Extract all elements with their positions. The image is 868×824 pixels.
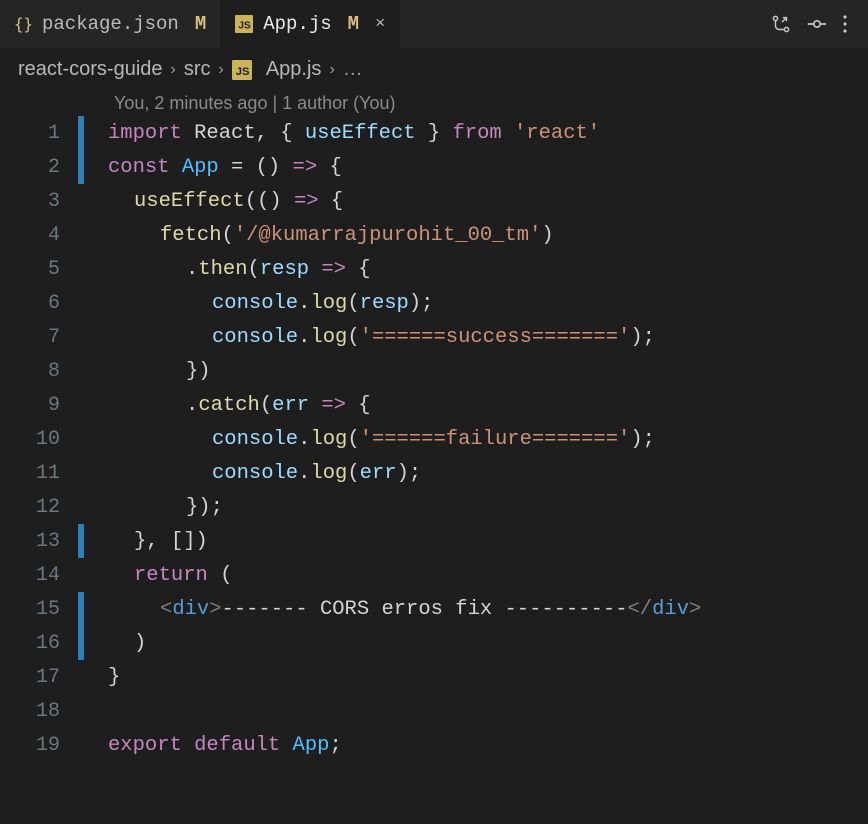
code-content[interactable]: }, []) — [84, 530, 208, 553]
code-line[interactable]: 8}) — [0, 354, 868, 388]
js-icon: JS — [232, 60, 258, 80]
chevron-right-icon: › — [329, 61, 334, 79]
code-content[interactable]: const App = () => { — [84, 156, 342, 179]
line-number: 14 — [0, 564, 78, 587]
code-line[interactable]: 16) — [0, 626, 868, 660]
gutter-decoration — [78, 694, 84, 728]
code-line[interactable]: 13 }, []) — [0, 524, 868, 558]
tab-package-json[interactable]: {} package.json M — [0, 0, 221, 48]
code-line[interactable]: 14 return ( — [0, 558, 868, 592]
commit-icon[interactable] — [806, 13, 828, 35]
breadcrumb-root[interactable]: react-cors-guide — [18, 58, 163, 81]
code-content[interactable]: console.log('======success======='); — [84, 326, 655, 349]
compare-changes-icon[interactable] — [770, 13, 792, 35]
code-editor[interactable]: 1 import React, { useEffect } from 'react… — [0, 116, 868, 762]
chevron-right-icon: › — [219, 61, 224, 79]
code-content[interactable]: }) — [84, 360, 211, 383]
line-number: 1 — [0, 122, 78, 145]
line-number: 6 — [0, 292, 78, 315]
code-content[interactable]: console.log(resp); — [84, 292, 433, 315]
code-content[interactable]: .catch(err => { — [84, 394, 371, 417]
tab-actions — [770, 0, 868, 48]
code-line[interactable]: 5 .then(resp => { — [0, 252, 868, 286]
line-number: 18 — [0, 700, 78, 723]
editor-tabbar: {} package.json M JS App.js M × — [0, 0, 868, 48]
code-content[interactable]: <div>------- CORS erros fix ----------</… — [84, 598, 701, 621]
line-number: 17 — [0, 666, 78, 689]
line-number: 9 — [0, 394, 78, 417]
tab-app-js[interactable]: JS App.js M × — [221, 0, 400, 48]
line-number: 19 — [0, 734, 78, 757]
line-number: 10 — [0, 428, 78, 451]
code-content[interactable]: useEffect(() => { — [84, 190, 343, 213]
code-line[interactable]: 19 export default App; — [0, 728, 868, 762]
code-line[interactable]: 11 console.log(err); — [0, 456, 868, 490]
line-number: 3 — [0, 190, 78, 213]
code-content[interactable]: return ( — [84, 564, 232, 587]
gitlens-annotation: You, 2 minutes ago | 1 author (You) — [0, 91, 868, 116]
breadcrumb-file[interactable]: App.js — [266, 58, 322, 81]
code-content[interactable]: .then(resp => { — [84, 258, 371, 281]
svg-text:JS: JS — [236, 66, 250, 78]
breadcrumb-more[interactable]: … — [343, 58, 363, 81]
more-icon[interactable] — [842, 13, 854, 35]
line-number: 8 — [0, 360, 78, 383]
code-line[interactable]: 17} — [0, 660, 868, 694]
tab-modified-badge: M — [348, 13, 359, 35]
line-number: 2 — [0, 156, 78, 179]
code-line[interactable]: 15 <div>------- CORS erros fix ----------… — [0, 592, 868, 626]
line-number: 11 — [0, 462, 78, 485]
code-line[interactable]: 6 console.log(resp); — [0, 286, 868, 320]
line-number: 5 — [0, 258, 78, 281]
code-line[interactable]: 7 console.log('======success======='); — [0, 320, 868, 354]
code-content[interactable]: } — [84, 666, 120, 689]
breadcrumb[interactable]: react-cors-guide › src › JS App.js › … — [0, 48, 868, 91]
code-content[interactable]: console.log(err); — [84, 462, 421, 485]
tab-label: package.json — [42, 13, 179, 35]
code-line[interactable]: 10 console.log('======failure======='); — [0, 422, 868, 456]
code-line[interactable]: 1 import React, { useEffect } from 'react… — [0, 116, 868, 150]
js-icon: JS — [235, 15, 253, 33]
svg-text:{}: {} — [14, 15, 32, 33]
code-content[interactable]: }); — [84, 496, 223, 519]
braces-icon: {} — [14, 15, 32, 33]
tab-label: App.js — [263, 13, 331, 35]
tab-modified-badge: M — [195, 13, 206, 35]
code-content[interactable]: ) — [84, 632, 146, 655]
code-line[interactable]: 3 useEffect(() => { — [0, 184, 868, 218]
code-content[interactable]: import React, { useEffect } from 'react' — [84, 122, 600, 145]
code-content[interactable]: console.log('======failure======='); — [84, 428, 655, 451]
breadcrumb-folder[interactable]: src — [184, 58, 211, 81]
code-content[interactable]: export default App; — [84, 734, 342, 757]
line-number: 15 — [0, 598, 78, 621]
line-number: 13 — [0, 530, 78, 553]
code-line[interactable]: 9 .catch(err => { — [0, 388, 868, 422]
line-number: 4 — [0, 224, 78, 247]
line-number: 7 — [0, 326, 78, 349]
chevron-right-icon: › — [171, 61, 176, 79]
code-content[interactable]: fetch('/@kumarrajpurohit_00_tm') — [84, 224, 554, 247]
line-number: 12 — [0, 496, 78, 519]
code-line[interactable]: 18 — [0, 694, 868, 728]
line-number: 16 — [0, 632, 78, 655]
svg-text:JS: JS — [239, 21, 252, 32]
code-line[interactable]: 2 const App = () => { — [0, 150, 868, 184]
close-icon[interactable]: × — [375, 15, 385, 34]
code-line[interactable]: 12}); — [0, 490, 868, 524]
code-line[interactable]: 4 fetch('/@kumarrajpurohit_00_tm') — [0, 218, 868, 252]
